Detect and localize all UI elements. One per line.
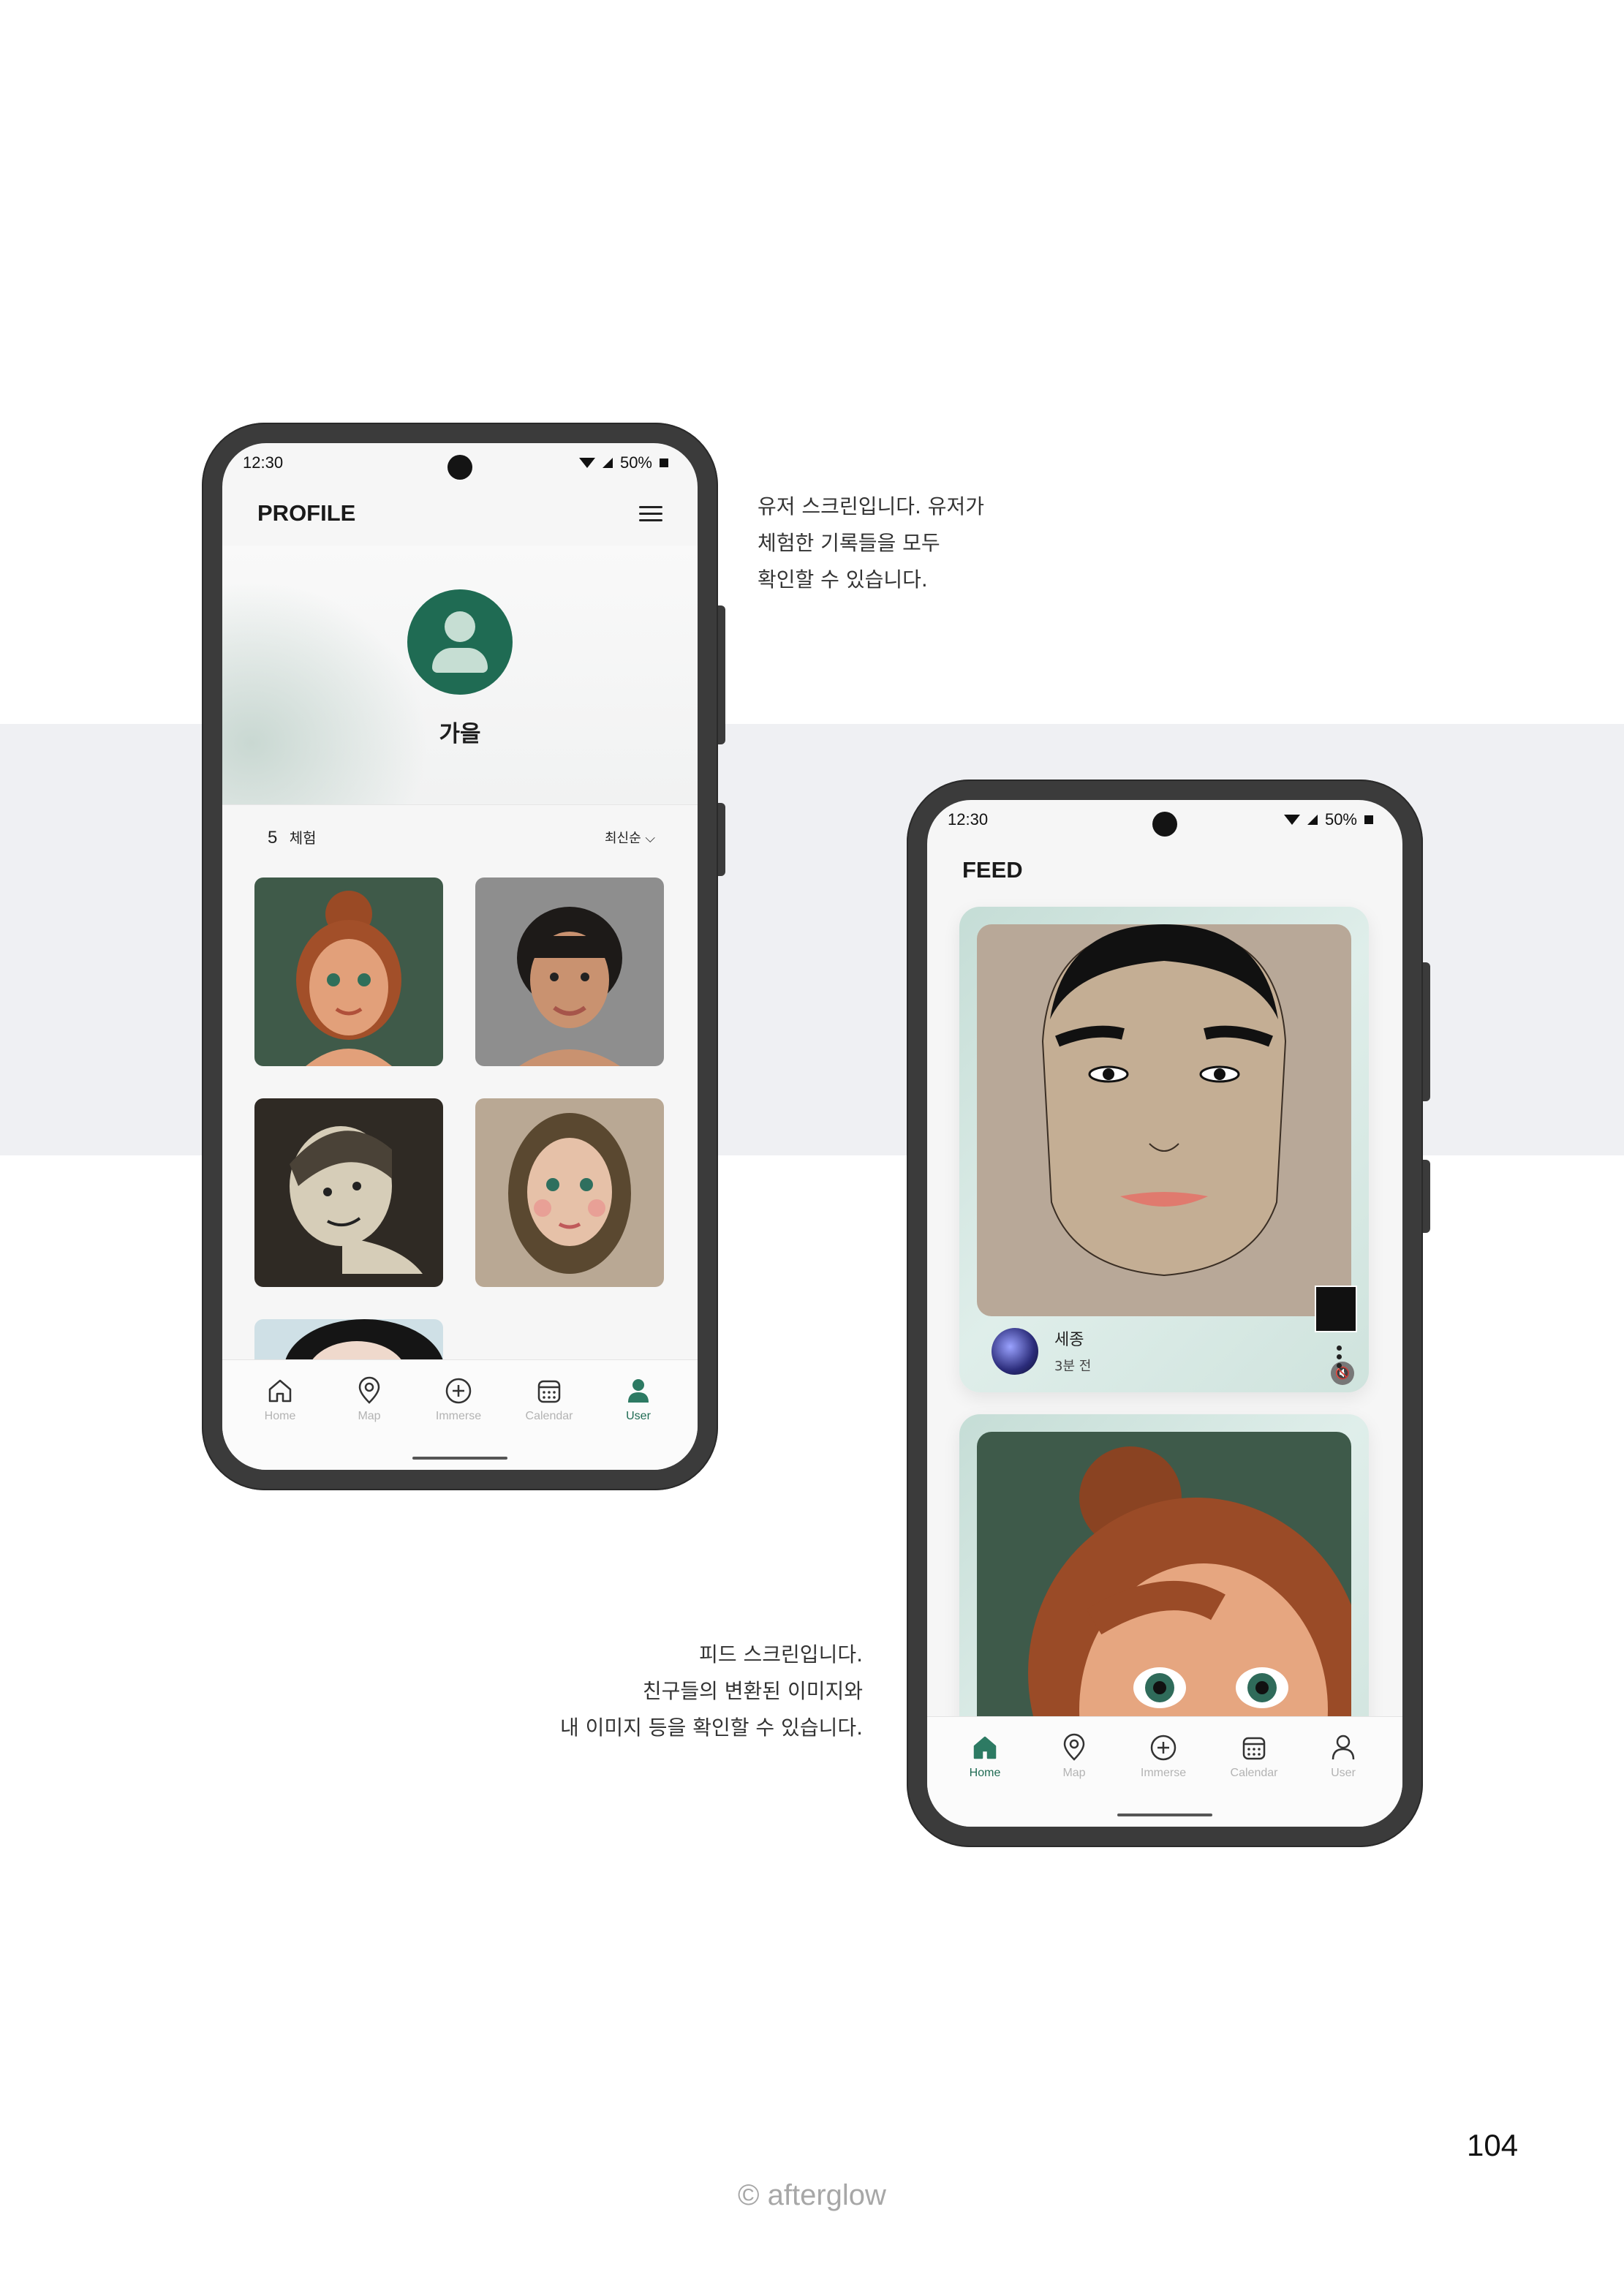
tab-calendar[interactable]: Calendar xyxy=(516,1375,582,1423)
battery-level: 50% xyxy=(1324,810,1357,829)
wifi-icon xyxy=(1283,815,1300,825)
tab-map[interactable]: Map xyxy=(336,1375,402,1423)
profile-avatar[interactable] xyxy=(407,589,513,695)
tab-label: Immerse xyxy=(435,1410,482,1422)
tab-immerse[interactable]: Immerse xyxy=(1130,1732,1196,1780)
sort-dropdown[interactable]: 최신순 ⌵ xyxy=(605,828,655,847)
tab-label: Home xyxy=(969,1767,1001,1779)
feed-card[interactable]: 🔇 세종 3분 전 xyxy=(959,907,1369,1392)
bottom-tab-bar: Home Map Immerse Calendar User xyxy=(927,1716,1402,1827)
bottom-tab-bar: Home Map Immerse Calendar User xyxy=(222,1359,698,1470)
page-title: PROFILE xyxy=(257,500,356,526)
wifi-icon xyxy=(578,458,595,468)
battery-icon xyxy=(660,458,668,467)
user-name: 가을 xyxy=(439,721,481,747)
feed-user-name[interactable]: 세종 xyxy=(1054,1326,1084,1350)
signal-icon xyxy=(602,458,613,468)
experience-thumbnail[interactable] xyxy=(475,878,664,1066)
tab-label: User xyxy=(1331,1767,1356,1779)
status-time: 12:30 xyxy=(243,453,284,472)
front-camera xyxy=(447,455,472,480)
tab-user[interactable]: User xyxy=(1310,1732,1376,1780)
battery-icon xyxy=(1364,815,1373,824)
home-icon xyxy=(268,1379,292,1403)
plus-circle-icon xyxy=(1150,1735,1177,1761)
plus-circle-icon xyxy=(445,1378,472,1404)
map-pin-icon xyxy=(358,1376,380,1404)
hamburger-menu-icon[interactable] xyxy=(639,506,662,522)
signal-icon xyxy=(1307,815,1318,825)
tab-label: Map xyxy=(358,1410,381,1422)
map-pin-icon xyxy=(1063,1733,1085,1761)
home-indicator xyxy=(412,1457,507,1460)
experience-thumbnail[interactable] xyxy=(254,1098,443,1287)
user-screen-caption: 유저 스크린입니다. 유저가 체험한 기록들을 모두 확인할 수 있습니다. xyxy=(758,494,985,592)
feed-post-time: 3분 전 xyxy=(1054,1359,1092,1374)
feed-screen-caption: 피드 스크린입니다. 친구들의 변환된 이미지와 내 이미지 등을 확인할 수 … xyxy=(559,1642,863,1740)
feed-phone: 12:30 50% FEED 🔇 세종 3분 전 Home Map Immers… xyxy=(907,780,1430,1847)
user-icon xyxy=(1332,1735,1355,1760)
tab-label: Home xyxy=(264,1410,296,1422)
feed-user-avatar[interactable] xyxy=(992,1328,1038,1375)
battery-level: 50% xyxy=(619,453,652,472)
tab-home[interactable]: Home xyxy=(952,1732,1018,1780)
calendar-icon xyxy=(537,1380,561,1403)
front-camera xyxy=(1152,812,1177,837)
feed-screen: 12:30 50% FEED 🔇 세종 3분 전 Home Map Immers… xyxy=(927,800,1402,1827)
experience-count-row: 5 체험 최신순 ⌵ xyxy=(268,826,655,848)
profile-phone: 12:30 50% PROFILE 가을 5 체험 최신순 ⌵ Home Map… xyxy=(202,423,725,1490)
copyright: © afterglow xyxy=(738,2179,886,2211)
feed-post-image[interactable] xyxy=(977,924,1351,1316)
calendar-icon xyxy=(1242,1737,1266,1760)
experience-label: 체험 xyxy=(289,829,317,847)
tab-home[interactable]: Home xyxy=(247,1375,313,1423)
more-options-icon[interactable] xyxy=(1335,1342,1342,1372)
user-icon xyxy=(628,1379,649,1403)
original-photo-thumbnail[interactable] xyxy=(1315,1286,1357,1332)
tab-map[interactable]: Map xyxy=(1041,1732,1107,1780)
page-title: FEED xyxy=(962,857,1023,883)
status-time: 12:30 xyxy=(948,810,989,829)
tab-user[interactable]: User xyxy=(605,1375,671,1423)
experience-count: 5 xyxy=(268,828,278,848)
experience-thumbnail[interactable] xyxy=(254,878,443,1066)
home-indicator xyxy=(1117,1814,1212,1816)
tab-label: Immerse xyxy=(1140,1767,1187,1779)
tab-calendar[interactable]: Calendar xyxy=(1221,1732,1287,1780)
tab-label: Calendar xyxy=(1230,1767,1278,1779)
status-bar: 12:30 50% xyxy=(927,800,1402,844)
page-number: 104 xyxy=(1467,2128,1519,2162)
mute-icon[interactable]: 🔇 xyxy=(1331,1362,1354,1385)
profile-screen: 12:30 50% PROFILE 가을 5 체험 최신순 ⌵ Home Map… xyxy=(222,443,698,1470)
experience-thumbnail[interactable] xyxy=(475,1098,664,1287)
home-icon xyxy=(973,1736,997,1759)
tab-label: User xyxy=(626,1410,651,1422)
tab-immerse[interactable]: Immerse xyxy=(426,1375,491,1423)
tab-label: Map xyxy=(1062,1767,1086,1779)
status-bar: 12:30 50% xyxy=(222,443,698,487)
tab-label: Calendar xyxy=(525,1410,573,1422)
